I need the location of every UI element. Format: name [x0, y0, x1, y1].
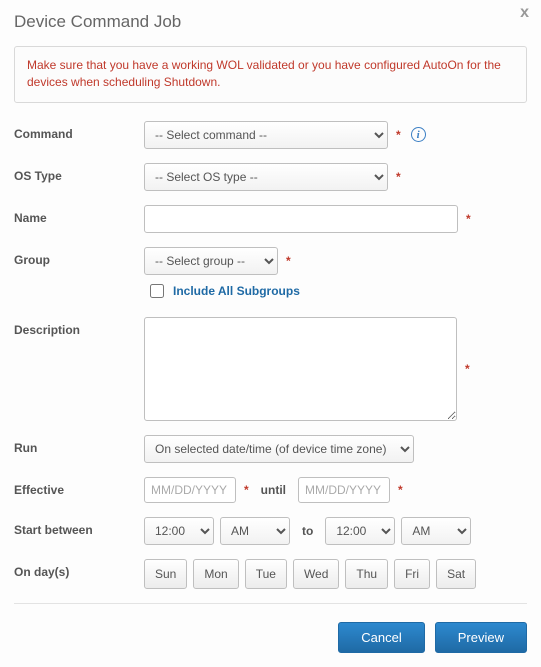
name-label: Name: [14, 205, 144, 225]
start-from-time-select[interactable]: 12:00: [144, 517, 214, 545]
day-wed-button[interactable]: Wed: [293, 559, 339, 589]
preview-button[interactable]: Preview: [435, 622, 527, 653]
device-command-job-dialog: x Device Command Job Make sure that you …: [0, 0, 541, 667]
required-mark: *: [286, 254, 291, 268]
day-buttons: Sun Mon Tue Wed Thu Fri Sat: [144, 559, 527, 589]
close-icon[interactable]: x: [520, 4, 529, 22]
command-label: Command: [14, 121, 144, 141]
run-label: Run: [14, 435, 144, 455]
command-select[interactable]: -- Select command --: [144, 121, 388, 149]
group-select[interactable]: -- Select group --: [144, 247, 278, 275]
dialog-title: Device Command Job: [14, 12, 527, 32]
day-sat-button[interactable]: Sat: [436, 559, 476, 589]
divider: [14, 603, 527, 604]
os-type-label: OS Type: [14, 163, 144, 183]
info-icon[interactable]: i: [411, 127, 426, 142]
start-between-label: Start between: [14, 517, 144, 537]
required-mark: *: [244, 483, 249, 497]
on-days-label: On day(s): [14, 559, 144, 579]
include-subgroups-label[interactable]: Include All Subgroups: [173, 284, 300, 298]
until-label: until: [261, 483, 286, 497]
group-label: Group: [14, 247, 144, 267]
name-input[interactable]: [144, 205, 458, 233]
required-mark: *: [465, 362, 470, 376]
day-mon-button[interactable]: Mon: [193, 559, 238, 589]
start-to-time-select[interactable]: 12:00: [325, 517, 395, 545]
required-mark: *: [398, 483, 403, 497]
start-to-ampm-select[interactable]: AM: [401, 517, 471, 545]
day-thu-button[interactable]: Thu: [345, 559, 388, 589]
include-subgroups-checkbox[interactable]: [150, 284, 164, 298]
to-label: to: [302, 524, 313, 538]
warning-alert: Make sure that you have a working WOL va…: [14, 46, 527, 103]
dialog-footer: Cancel Preview: [14, 622, 527, 653]
effective-from-input[interactable]: [144, 477, 236, 503]
start-from-ampm-select[interactable]: AM: [220, 517, 290, 545]
required-mark: *: [396, 128, 401, 142]
effective-label: Effective: [14, 477, 144, 497]
description-label: Description: [14, 317, 144, 337]
os-type-select[interactable]: -- Select OS type --: [144, 163, 388, 191]
day-sun-button[interactable]: Sun: [144, 559, 187, 589]
description-textarea[interactable]: [144, 317, 457, 421]
required-mark: *: [396, 170, 401, 184]
run-select[interactable]: On selected date/time (of device time zo…: [144, 435, 414, 463]
day-tue-button[interactable]: Tue: [245, 559, 287, 589]
day-fri-button[interactable]: Fri: [394, 559, 430, 589]
required-mark: *: [466, 212, 471, 226]
effective-until-input[interactable]: [298, 477, 390, 503]
cancel-button[interactable]: Cancel: [338, 622, 424, 653]
